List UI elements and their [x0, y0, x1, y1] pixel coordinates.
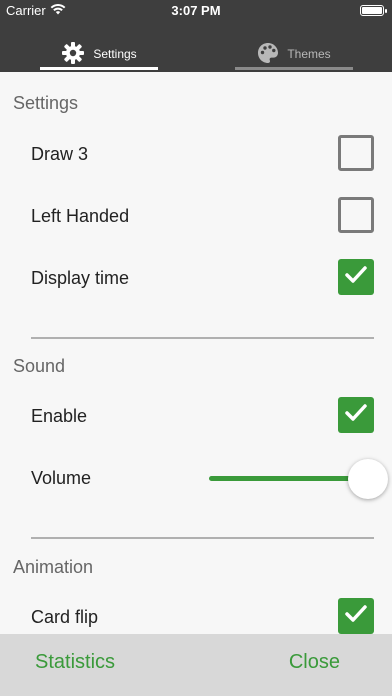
- app-header: Carrier 3:07 PM Settings Themes: [0, 0, 392, 72]
- section-title-settings: Settings: [13, 93, 79, 113]
- tab-settings[interactable]: Settings: [40, 36, 158, 72]
- left-handed-label: Left Handed: [31, 206, 130, 226]
- draw3-label: Draw 3: [31, 144, 89, 164]
- status-time: 3:07 PM: [171, 3, 221, 18]
- section-divider: [31, 337, 374, 339]
- bottom-bar: Statistics Close: [0, 634, 392, 696]
- gear-icon: [61, 41, 85, 68]
- left-handed-checkbox[interactable]: [338, 197, 374, 233]
- battery-icon: [360, 5, 387, 16]
- display-time-checkbox[interactable]: [338, 259, 374, 295]
- tab-themes-label: Themes: [287, 47, 331, 61]
- volume-slider[interactable]: [0, 459, 392, 499]
- card-flip-checkbox[interactable]: [338, 598, 374, 634]
- settings-content: Settings Draw 3 Left Handed Display time…: [0, 72, 392, 634]
- draw3-checkbox[interactable]: [338, 135, 374, 171]
- tab-themes-indicator: [235, 67, 353, 70]
- card-flip-label: Card flip: [31, 607, 99, 627]
- status-bar: Carrier 3:07 PM: [0, 0, 392, 22]
- section-title-sound: Sound: [13, 356, 66, 376]
- volume-slider-track[interactable]: [209, 476, 369, 481]
- tab-themes[interactable]: Themes: [235, 36, 353, 72]
- palette-icon: [257, 42, 279, 67]
- checkmark-icon: [345, 403, 367, 427]
- tab-bar: Settings Themes: [0, 36, 392, 72]
- sound-enable-label: Enable: [31, 406, 88, 426]
- checkmark-icon: [345, 604, 367, 628]
- section-divider: [31, 537, 374, 539]
- volume-slider-thumb[interactable]: [348, 459, 388, 499]
- display-time-label: Display time: [31, 268, 130, 288]
- close-button[interactable]: Close: [289, 651, 340, 674]
- sound-enable-checkbox[interactable]: [338, 397, 374, 433]
- statistics-button[interactable]: Statistics: [35, 651, 115, 674]
- tab-settings-indicator: [40, 67, 158, 70]
- tab-settings-label: Settings: [93, 47, 137, 61]
- checkmark-icon: [345, 265, 367, 289]
- section-title-animation: Animation: [13, 557, 94, 577]
